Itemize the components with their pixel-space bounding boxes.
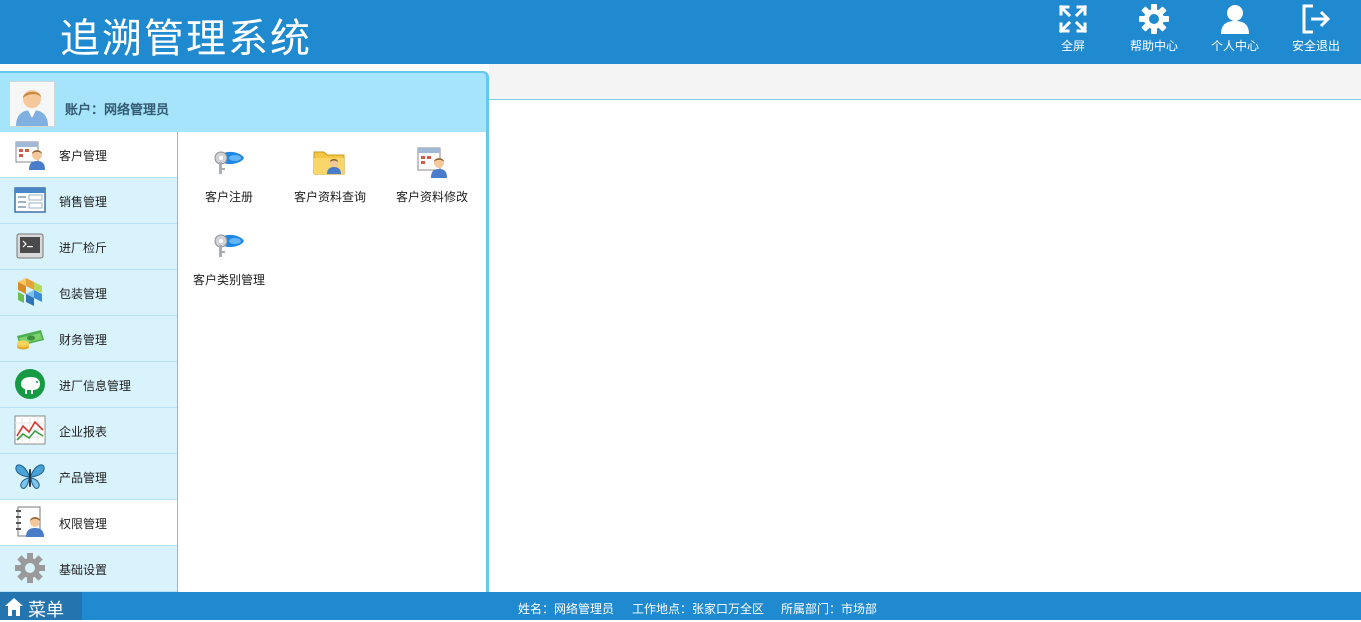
- menu-item-entry-info[interactable]: 进厂信息管理: [0, 362, 177, 408]
- fullscreen-button[interactable]: 全屏: [1037, 0, 1109, 64]
- menu-item-label: 客户管理: [59, 149, 108, 163]
- menu-toggle-label: 菜单: [28, 600, 64, 621]
- user-avatar-icon: [10, 82, 54, 126]
- account-label: 账户：网络管理员: [65, 103, 170, 118]
- line-chart-icon: [14, 415, 46, 445]
- home-icon: [5, 598, 23, 616]
- menu-item-label: 销售管理: [59, 195, 108, 209]
- menu-item-weighing[interactable]: 进厂检斤: [0, 224, 177, 270]
- folder-user-icon: [313, 151, 345, 175]
- terminal-icon: [16, 233, 44, 259]
- sales-window-icon: [14, 187, 46, 213]
- submenu-panel: 客户注册 客户资料查询 客户资料修改 客户类别管理: [178, 132, 486, 592]
- avatar: [9, 81, 55, 127]
- menu-item-permissions[interactable]: 权限管理: [0, 500, 177, 546]
- user-icon: [1221, 5, 1249, 34]
- key-icon: [214, 234, 244, 257]
- submenu-item-label: 客户注册: [204, 190, 253, 204]
- butterfly-icon: [15, 464, 45, 489]
- fullscreen-icon: [1058, 4, 1088, 34]
- footer-work-location: 工作地点：张家口万全区: [632, 602, 765, 616]
- submenu-item-label: 客户资料查询: [293, 190, 366, 204]
- menu-item-label: 权限管理: [59, 517, 108, 531]
- submenu-item-label: 客户类别管理: [192, 273, 265, 287]
- customer-calendar-icon: [15, 141, 45, 170]
- notebook-user-icon: [16, 506, 44, 537]
- content-area: [489, 100, 1361, 592]
- menu-item-packaging[interactable]: 包装管理: [0, 270, 177, 316]
- money-icon: [17, 330, 44, 350]
- header-bar: 追溯管理系统 全屏 帮助中心 个人中心 安全退出: [0, 0, 1361, 64]
- gear-icon: [1139, 4, 1169, 34]
- menu-toggle-button[interactable]: 菜单: [0, 592, 82, 621]
- key-icon: [214, 151, 244, 174]
- menu-item-label: 产品管理: [59, 471, 108, 485]
- settings-gear-icon: [15, 553, 45, 583]
- menu-item-customer-management[interactable]: 客户管理: [0, 132, 177, 178]
- footer-user-name: 姓名：网络管理员: [518, 602, 615, 616]
- help-center-label: 帮助中心: [1129, 39, 1178, 53]
- logout-label: 安全退出: [1291, 39, 1340, 53]
- personal-center-label: 个人中心: [1210, 39, 1259, 53]
- account-bar: 账户：网络管理员: [0, 73, 486, 132]
- logout-icon: [1302, 4, 1331, 34]
- menu-item-label: 包装管理: [59, 287, 108, 301]
- menu-item-reports[interactable]: 企业报表: [0, 408, 177, 454]
- menu-item-label: 进厂信息管理: [59, 379, 132, 393]
- help-center-button[interactable]: 帮助中心: [1118, 0, 1190, 64]
- logout-button[interactable]: 安全退出: [1280, 0, 1352, 64]
- menu-item-basic-settings[interactable]: 基础设置: [0, 546, 177, 592]
- menu-item-products[interactable]: 产品管理: [0, 454, 177, 500]
- menu-item-label: 企业报表: [59, 425, 108, 439]
- app-title: 追溯管理系统: [60, 16, 312, 62]
- submenu-item-label: 客户资料修改: [395, 190, 468, 204]
- menu-item-label: 基础设置: [59, 563, 108, 577]
- submenu-item-customer-query[interactable]: 客户资料查询: [280, 132, 380, 204]
- footer-department: 所属部门：市场部: [781, 602, 878, 616]
- submenu-item-customer-register[interactable]: 客户注册: [179, 132, 279, 204]
- menu-item-label: 财务管理: [59, 333, 108, 347]
- content-tab-bar: [489, 64, 1361, 100]
- pig-icon: [15, 369, 45, 399]
- menu-item-sales-management[interactable]: 销售管理: [0, 178, 177, 224]
- personal-center-button[interactable]: 个人中心: [1199, 0, 1271, 64]
- left-panel: 账户：网络管理员 客户管理 销售管理 进厂检斤 包装管理 财务管理 进厂信息管理…: [0, 71, 489, 592]
- menu-item-finance[interactable]: 财务管理: [0, 316, 177, 362]
- fullscreen-label: 全屏: [1060, 39, 1085, 53]
- boxes-icon: [18, 278, 42, 306]
- calendar-user-icon: [417, 147, 447, 178]
- submenu-item-customer-category[interactable]: 客户类别管理: [179, 215, 279, 287]
- menu-item-label: 进厂检斤: [59, 241, 108, 255]
- submenu-item-customer-edit[interactable]: 客户资料修改: [382, 132, 482, 204]
- main-menu: 客户管理 销售管理 进厂检斤 包装管理 财务管理 进厂信息管理 企业报表 产品管…: [0, 132, 178, 592]
- footer-bar: 菜单 姓名：网络管理员 工作地点：张家口万全区 所属部门：市场部: [0, 592, 1361, 621]
